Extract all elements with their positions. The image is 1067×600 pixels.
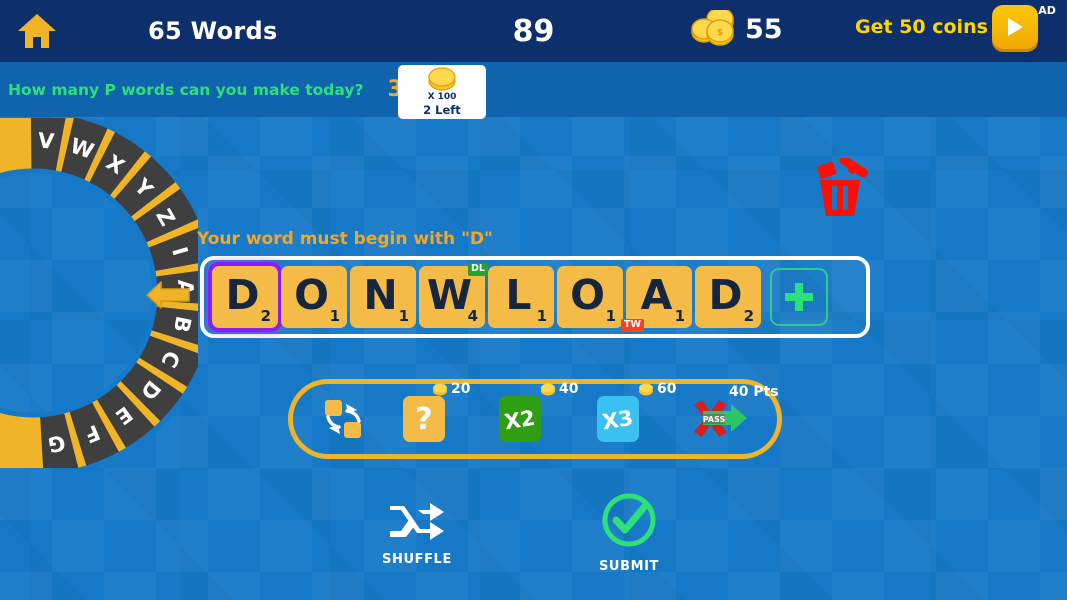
question-mark-icon: ? (403, 396, 445, 442)
wheel-pointer-icon (146, 281, 190, 309)
tile-letter: O (294, 271, 329, 319)
svg-text:PASS: PASS (703, 415, 726, 424)
shuffle-button[interactable]: SHUFFLE (382, 497, 452, 567)
x2-icon: X2 (499, 396, 541, 442)
powerup-bar: 20 ? X2 40 X3 60 PASS 40 Pts (288, 379, 782, 459)
wheel-letter: G (46, 430, 67, 456)
hint-cost-value: 20 (451, 381, 471, 397)
svg-text:X2: X2 (503, 406, 537, 434)
letter-tile[interactable]: N1 (350, 266, 416, 328)
plus-icon (785, 283, 813, 311)
game-screen: 65 Words 89 $ 55 Get 50 coins AD How man… (0, 0, 1067, 600)
svg-text:$: $ (717, 28, 723, 38)
x2-cost-value: 40 (559, 381, 579, 397)
tile-points: 1 (536, 307, 547, 325)
letter-tile[interactable]: L1 (488, 266, 554, 328)
x3-cost-value: 60 (657, 381, 677, 397)
tile-bonus-badge: TW (621, 319, 644, 332)
x2-cost: 40 (539, 381, 578, 397)
add-tile-button[interactable] (770, 268, 828, 326)
tile-letter: L (505, 271, 532, 319)
powerup-multiplier-2x[interactable]: X2 40 (499, 381, 578, 442)
tile-points: 1 (329, 307, 340, 325)
powerup-pass[interactable]: PASS 40 Pts (689, 384, 779, 441)
wheel-letter: V (37, 128, 56, 153)
powerup-hint[interactable]: 20 ? (403, 381, 470, 442)
check-circle-icon (602, 493, 656, 547)
x3-icon: X3 (597, 396, 639, 442)
challenge-reward-card[interactable]: X 100 2 Left (398, 65, 486, 119)
tile-letter: A (640, 271, 673, 319)
letter-tile[interactable]: D2 (208, 262, 282, 332)
tile-points: 1 (398, 307, 409, 325)
powerup-swap[interactable] (319, 395, 369, 443)
hint-cost: 20 (431, 381, 470, 397)
get-coins-label: Get 50 coins (855, 16, 988, 38)
letter-tile[interactable]: A 1 TW (621, 266, 692, 332)
submit-button[interactable]: SUBMIT (598, 492, 660, 574)
coin-stack-icon (428, 67, 456, 91)
tile-letter: O (570, 271, 605, 319)
words-count-label: 65 Words (148, 17, 278, 45)
ad-superscript-label: AD (1038, 4, 1056, 17)
tile-points: 2 (260, 307, 271, 325)
get-coins-ad-button[interactable]: Get 50 coins AD (855, 4, 1056, 49)
shuffle-icon (389, 503, 444, 540)
submit-label: SUBMIT (598, 559, 660, 574)
coin-balance[interactable]: $ 55 (690, 10, 783, 48)
challenge-question: How many P words can you make today? (8, 80, 364, 99)
swap-icon (325, 400, 361, 438)
coin-stack-icon: $ (691, 10, 734, 46)
word-prompt-label: Your word must begin with "D" (197, 229, 493, 249)
powerup-multiplier-3x[interactable]: X3 60 (597, 381, 676, 442)
tile-points: 1 (605, 307, 616, 325)
shuffle-label: SHUFFLE (382, 552, 452, 567)
tile-letter: W (426, 271, 473, 319)
delete-word-button[interactable] (808, 155, 872, 224)
tile-points: 1 (674, 307, 685, 325)
tile-letter: D (708, 271, 743, 319)
coin-count: 55 (745, 13, 783, 45)
challenge-attempts-left: 2 Left (423, 103, 461, 117)
tile-points: 4 (467, 307, 478, 325)
tile-letter: D (225, 271, 260, 319)
play-button[interactable]: AD (991, 4, 1056, 49)
tile-points: 2 (743, 307, 754, 325)
tile-bonus-badge: DL (468, 263, 488, 276)
letter-tile[interactable]: W 4 DL (419, 263, 488, 328)
coin-stack-icon (639, 383, 653, 395)
daily-challenge-bar: How many P words can you make today? 3 X… (0, 62, 1067, 119)
letter-tile[interactable]: O1 (557, 266, 623, 328)
home-button[interactable] (0, 11, 74, 51)
x3-cost: 60 (637, 381, 676, 397)
home-icon (18, 14, 56, 48)
tile-letter: N (363, 271, 398, 319)
top-header-bar: 65 Words 89 $ 55 Get 50 coins AD (0, 0, 1067, 62)
coin-stack-icon (433, 383, 447, 395)
svg-text:X3: X3 (601, 406, 635, 434)
wheel-pointer (145, 278, 191, 316)
word-tile-tray[interactable]: D 2 O 1 N 1 W 4 DL L 1 O 1 A 1 TW D 2 (200, 256, 870, 338)
challenge-multiplier: X 100 (427, 92, 457, 102)
letter-tile[interactable]: O1 (281, 266, 347, 328)
pass-points-label: 40 Pts (729, 384, 779, 400)
letter-tile[interactable]: D2 (695, 266, 761, 328)
play-icon (1007, 18, 1023, 36)
pass-arrow-icon: PASS (694, 400, 747, 437)
trash-icon (817, 155, 869, 216)
coin-stack-icon (541, 383, 555, 395)
